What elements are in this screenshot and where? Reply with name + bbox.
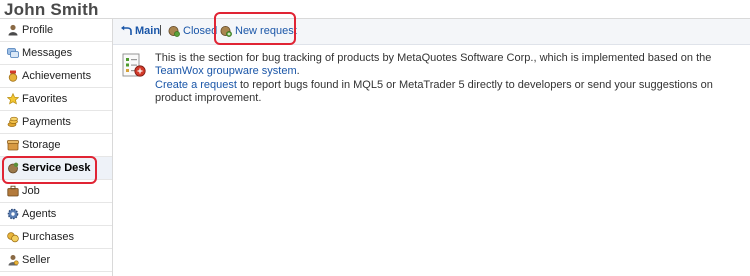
description-line-1: This is the section for bug tracking of … (155, 52, 745, 78)
sidebar-item-agents[interactable]: Agents (0, 203, 112, 226)
tab-closed[interactable]: Closed (168, 25, 217, 37)
person-icon (7, 24, 19, 36)
sidebar-item-profile[interactable]: Profile (0, 19, 112, 42)
sidebar-item-label: Favorites (22, 93, 68, 105)
description-period: . (296, 65, 300, 77)
gear-icon (7, 208, 19, 220)
tab-main-label: Main (135, 25, 161, 37)
toolbar-separator: | (159, 24, 162, 36)
toolbar-separator: | (213, 24, 216, 36)
toolbar: Main | Closed | New request (113, 19, 750, 45)
sidebar-item-label: Purchases (22, 231, 74, 243)
sidebar-item-purchases[interactable]: Purchases (0, 226, 112, 249)
description-text: to report bugs found in MQL5 or MetaTrad… (155, 79, 713, 104)
messages-icon (7, 47, 19, 59)
job-icon (7, 185, 19, 197)
sidebar-item-payments[interactable]: Payments (0, 111, 112, 134)
new-request-button[interactable]: New request (220, 25, 297, 37)
sidebar-item-label: Service Desk (22, 162, 91, 174)
description-text: This is the section for bug tracking of … (155, 52, 712, 64)
sidebar-item-label: Agents (22, 208, 57, 220)
purchases-icon (7, 231, 19, 243)
sidebar-item-label: Job (22, 185, 40, 197)
closed-requests-icon (168, 25, 180, 37)
create-request-link[interactable]: Create a request (155, 79, 237, 91)
coins-icon (7, 116, 19, 128)
seller-icon (7, 254, 19, 266)
new-request-icon (220, 25, 232, 37)
sidebar-item-achievements[interactable]: Achievements (0, 65, 112, 88)
sidebar-item-label: Messages (22, 47, 73, 59)
sidebar-item-messages[interactable]: Messages (0, 42, 112, 65)
sidebar-item-label: Seller (22, 254, 51, 266)
new-request-label: New request (235, 25, 297, 37)
achievements-icon (7, 70, 19, 82)
back-arrow-icon (120, 25, 132, 37)
sidebar-item-label: Achievements (22, 70, 92, 82)
sidebar-item-job[interactable]: Job (0, 180, 112, 203)
sidebar-item-service-desk[interactable]: Service Desk (0, 157, 112, 180)
page-title: John Smith (4, 0, 99, 19)
sidebar-item-favorites[interactable]: Favorites (0, 88, 112, 111)
main-content: Main | Closed | New request This is the … (113, 19, 750, 276)
tab-main[interactable]: Main (120, 25, 160, 37)
service-desk-icon (7, 162, 19, 174)
teamwox-link[interactable]: TeamWox groupware system (155, 65, 297, 77)
description-line-2: Create a request to report bugs found in… (155, 79, 745, 105)
sidebar: Profile Messages Achievements Favorites … (0, 19, 113, 276)
sidebar-item-seller[interactable]: Seller (0, 249, 112, 272)
sidebar-item-storage[interactable]: Storage (0, 134, 112, 157)
star-icon (6, 92, 20, 105)
storage-icon (7, 139, 19, 151)
sidebar-item-label: Profile (22, 24, 54, 36)
sidebar-item-label: Storage (22, 139, 61, 151)
service-desk-description: This is the section for bug tracking of … (155, 52, 745, 105)
sidebar-item-label: Payments (22, 116, 71, 128)
